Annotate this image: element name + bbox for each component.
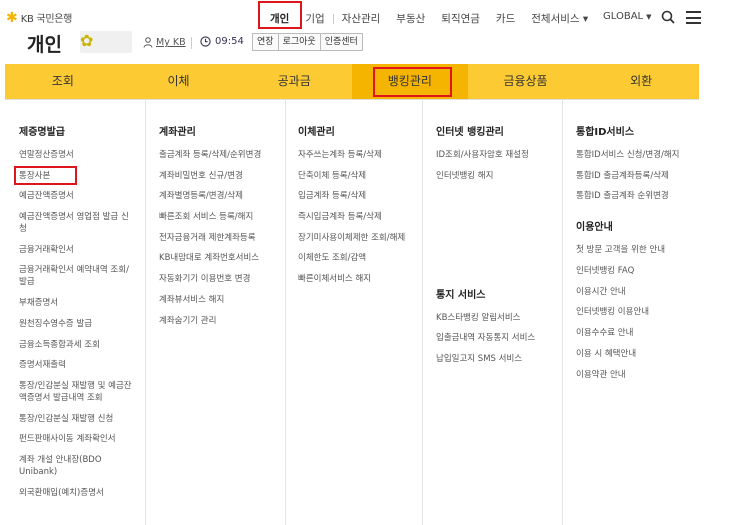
session-timer: 09:54 — [200, 36, 244, 47]
menu-link[interactable]: 계좌뷰서비스 해지 — [159, 294, 285, 306]
highlight-passbook-copy — [14, 165, 77, 185]
menu-link[interactable]: 자동화기기 이용번호 변경 — [159, 273, 285, 285]
top-nav-pension[interactable]: 퇴직연금 — [433, 11, 488, 26]
menu-link[interactable]: 예금잔액증명서 — [19, 190, 135, 202]
menu-banking-management[interactable]: 뱅킹관리 — [352, 64, 468, 99]
menu-link[interactable]: 장기미사용이체제한 조회/해제 — [298, 232, 422, 244]
user-icon — [143, 37, 153, 48]
mega-dropdown: 제증명발급 연말정산증명서 통장사본 예금잔액증명서 예금잔액증명서 영업점 발… — [5, 99, 699, 525]
menu-link[interactable]: ID조회/사용자암호 재설정 — [436, 149, 562, 161]
column-subtitle: 통지 서비스 — [436, 289, 486, 301]
menu-transfer[interactable]: 이체 — [121, 64, 237, 99]
cert-center-button[interactable]: 인증센터 — [319, 33, 363, 51]
menu-link[interactable]: 전자금융거래 제한계좌등록 — [159, 232, 285, 244]
menu-link[interactable]: 통합ID 출금계좌 순위변경 — [576, 190, 699, 202]
menu-link[interactable]: 통합ID 출금계좌등록/삭제 — [576, 170, 699, 182]
menu-link[interactable]: 통합ID서비스 신청/변경/해지 — [576, 149, 699, 161]
hamburger-menu-icon[interactable] — [686, 11, 701, 24]
menu-link[interactable]: 증명서재출력 — [19, 359, 135, 371]
column-title: 계좌관리 — [159, 127, 196, 138]
column-transfer-management: 이체관리 자주쓰는계좌 등록/삭제 단축이체 등록/삭제 입금계좌 등록/삭제 … — [285, 100, 422, 525]
menu-link[interactable]: 연말정산증명서 — [19, 149, 135, 161]
highlight-personal — [258, 1, 302, 29]
menu-link[interactable]: 이용 시 혜택안내 — [576, 348, 699, 360]
menu-link[interactable]: 인터넷뱅킹 이용안내 — [576, 306, 699, 318]
column-subtitle: 이용안내 — [576, 222, 613, 234]
menu-link[interactable]: 인터넷뱅킹 해지 — [436, 170, 562, 182]
menu-inquiry[interactable]: 조회 — [5, 64, 121, 99]
top-nav-all-services[interactable]: 전체서비스 ▾ — [523, 11, 596, 26]
menu-link[interactable]: 통장/인감분실 재발행 및 예금잔액증명서 발급내역 조회 — [19, 380, 135, 404]
menu-link[interactable]: 부채증명서 — [19, 297, 135, 309]
menu-link[interactable]: 펀드판매사이동 계좌확인서 — [19, 433, 135, 445]
menu-link[interactable]: 이용약관 안내 — [576, 369, 699, 381]
menu-link-passbook-copy[interactable]: 통장사본 — [14, 165, 135, 185]
menu-link[interactable]: 계좌비밀번호 신규/변경 — [159, 170, 285, 182]
menu-link[interactable]: 금융거래확인서 — [19, 244, 135, 256]
menu-link[interactable]: 통장/인감분실 재발행 신청 — [19, 413, 135, 425]
menu-link[interactable]: 금융거래확인서 예약내역 조회/발급 — [19, 264, 135, 288]
menu-link[interactable]: 금융소득종합과세 조회 — [19, 339, 135, 351]
column-title: 인터넷 뱅킹관리 — [436, 127, 504, 138]
column-integrated-id: 통합ID서비스 통합ID서비스 신청/변경/해지 통합ID 출금계좌등록/삭제 … — [562, 100, 699, 525]
logout-button[interactable]: 로그아웃 — [277, 33, 321, 51]
column-certificates: 제증명발급 연말정산증명서 통장사본 예금잔액증명서 예금잔액증명서 영업점 발… — [5, 100, 145, 525]
kb-star-icon: ✱ — [6, 9, 18, 26]
menu-link[interactable]: 자주쓰는계좌 등록/삭제 — [298, 149, 422, 161]
menu-link[interactable]: 계좌 개설 안내장(BDO Unibank) — [19, 454, 135, 478]
menu-link[interactable]: 입출금내역 자동통지 서비스 — [436, 332, 562, 344]
menu-link[interactable]: 단축이체 등록/삭제 — [298, 170, 422, 182]
menu-link[interactable]: 이용수수료 안내 — [576, 327, 699, 339]
kb-logo[interactable]: ✱ KB 국민은행 — [6, 9, 73, 26]
clock-icon — [200, 36, 211, 47]
menu-link[interactable]: 납입일고지 SMS 서비스 — [436, 353, 562, 365]
chevron-down-icon: ▼ — [646, 13, 652, 21]
global-label: GLOBAL — [603, 11, 644, 22]
menu-link[interactable]: KB내맘대로 계좌번호서비스 — [159, 252, 285, 264]
menu-link[interactable]: 예금잔액증명서 영업점 발급 신청 — [19, 211, 135, 235]
menu-link[interactable]: 계좌숨기기 관리 — [159, 315, 285, 327]
menu-link[interactable]: 첫 방문 고객을 위한 안내 — [576, 244, 699, 256]
menu-foreign-exchange[interactable]: 외환 — [583, 64, 699, 99]
menu-link[interactable]: 원천징수영수증 발급 — [19, 318, 135, 330]
menu-link[interactable]: 출금계좌 등록/삭제/순위변경 — [159, 149, 285, 161]
menu-link[interactable]: 즉시입금계좌 등록/삭제 — [298, 211, 422, 223]
main-menu: 조회 이체 공과금 뱅킹관리 금융상품 외환 — [5, 64, 699, 99]
column-internet-banking: 인터넷 뱅킹관리 ID조회/사용자암호 재설정 인터넷뱅킹 해지 통지 서비스 … — [422, 100, 562, 525]
menu-link[interactable]: 빠른이체서비스 해지 — [298, 273, 422, 285]
menu-link[interactable]: 이용시간 안내 — [576, 286, 699, 298]
my-kb-label: My KB — [156, 37, 186, 48]
logo-text: KB 국민은행 — [20, 14, 73, 25]
top-nav-asset[interactable]: 자산관리 — [334, 11, 389, 26]
menu-link[interactable]: 계좌별명등록/변경/삭제 — [159, 190, 285, 202]
session-buttons: 연장 로그아웃 인증센터 — [252, 33, 363, 51]
highlight-banking-management — [373, 67, 452, 97]
menu-link[interactable]: 빠른조회 서비스 등록/해지 — [159, 211, 285, 223]
divider — [191, 37, 192, 49]
menu-link[interactable]: 입금계좌 등록/삭제 — [298, 190, 422, 202]
menu-link[interactable]: 이체한도 조회/감액 — [298, 252, 422, 264]
search-icon[interactable] — [661, 10, 675, 24]
global-select[interactable]: GLOBAL ▼ — [603, 11, 652, 22]
top-nav-realestate[interactable]: 부동산 — [388, 11, 433, 26]
extend-button[interactable]: 연장 — [252, 33, 279, 51]
column-account-management: 계좌관리 출금계좌 등록/삭제/순위변경 계좌비밀번호 신규/변경 계좌별명등록… — [145, 100, 285, 525]
menu-utility-bills[interactable]: 공과금 — [236, 64, 352, 99]
my-kb-link[interactable]: My KB — [143, 37, 186, 48]
column-title: 통합ID서비스 — [576, 127, 635, 138]
menu-link[interactable]: KB스타뱅킹 알림서비스 — [436, 312, 562, 324]
column-title: 이체관리 — [298, 127, 335, 138]
menu-link[interactable]: 외국환매입(예치)증명서 — [19, 487, 135, 499]
page-title: 개인 — [27, 34, 62, 56]
column-title: 제증명발급 — [19, 127, 65, 138]
flower-icon: ✿ — [80, 31, 94, 50]
top-nav: 개인 기업 자산관리 부동산 퇴직연금 카드 전체서비스 ▾ — [262, 11, 596, 26]
menu-link[interactable]: 인터넷뱅킹 FAQ — [576, 265, 699, 277]
top-nav-card[interactable]: 카드 — [488, 11, 523, 26]
timer-value: 09:54 — [215, 36, 244, 47]
menu-financial-products[interactable]: 금융상품 — [468, 64, 584, 99]
top-nav-corporate[interactable]: 기업 — [297, 11, 332, 26]
